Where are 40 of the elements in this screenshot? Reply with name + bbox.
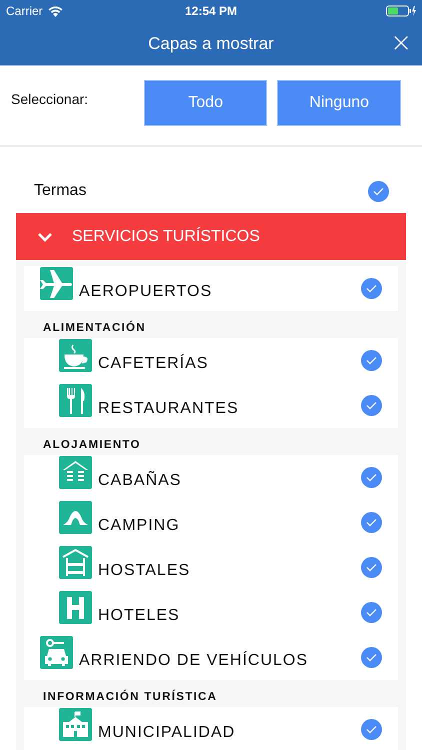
screen-title: Capas a mostrar (148, 34, 274, 54)
layer-label: MUNICIPALIDAD (98, 724, 236, 742)
checkmark-toggle[interactable] (361, 512, 382, 533)
checkmark-toggle[interactable] (361, 557, 382, 578)
group-heading: INFORMACIÓN TURÍSTICA (42, 688, 218, 705)
checkmark-toggle[interactable] (361, 647, 382, 668)
carrier-label: Carrier (6, 4, 43, 18)
group-heading: ALIMENTACIÓN (42, 320, 147, 336)
checkmark-toggle[interactable] (361, 719, 382, 740)
layer-label: HOSTALES (98, 562, 190, 580)
layer-label: HOTELES (98, 607, 180, 625)
layer-label: AEROPUERTOS (79, 283, 212, 301)
fork-knife-icon (59, 384, 92, 417)
select-button[interactable]: Ninguno (277, 80, 401, 126)
group-heading: ALOJAMIENTO (42, 438, 142, 453)
battery-icon (386, 5, 416, 17)
section-title: SERVICIOS TURÍSTICOS (72, 228, 260, 246)
checkmark-toggle[interactable] (368, 180, 389, 202)
layer-label: Termas (34, 182, 86, 200)
clock-time: 12:54 PM (184, 4, 238, 18)
section-header[interactable]: SERVICIOS TURÍSTICOS (16, 213, 406, 260)
wifi-icon (48, 6, 63, 16)
tent-icon (59, 501, 92, 534)
layer-label: CABAÑAS (98, 472, 182, 490)
checkmark-toggle[interactable] (361, 350, 382, 371)
layer-label: ARRIENDO DE VEHÍCULOS (79, 652, 308, 670)
checkmark-toggle[interactable] (361, 602, 382, 623)
layer-label: CAFETERÍAS (98, 355, 208, 373)
checkmark-toggle[interactable] (361, 278, 382, 299)
checkmark-toggle[interactable] (361, 467, 382, 488)
close-button[interactable]: × (386, 30, 416, 56)
chevron-icon (37, 232, 53, 242)
checkmark-toggle[interactable] (361, 395, 382, 416)
layer-label: RESTAURANTES (98, 400, 239, 418)
layer-label: CAMPING (98, 517, 180, 535)
select-button[interactable]: Todo (144, 80, 268, 126)
hotel-icon (59, 591, 92, 624)
bunk-bed-icon (59, 546, 92, 579)
car-key-icon (40, 636, 73, 669)
select-label: Seleccionar: (11, 91, 90, 107)
